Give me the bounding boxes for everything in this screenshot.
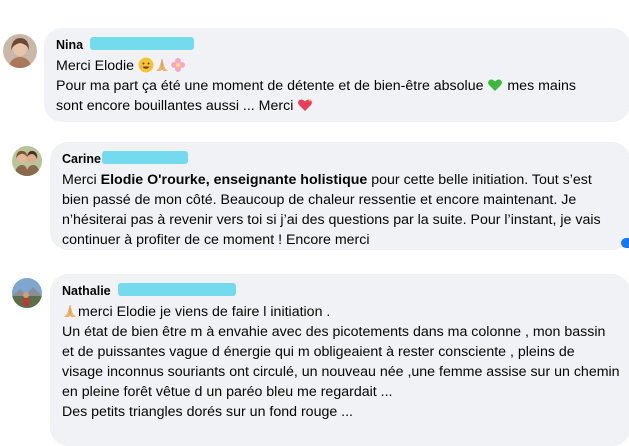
comment-line: Des petits triangles dorés sur un fond r… [62, 404, 354, 420]
comment-text: Merci Elodie Pour ma part ça été une mom… [56, 56, 618, 116]
comment-line: merci Elodie je viens de faire l initiat… [78, 304, 331, 320]
avatar-nina[interactable] [3, 34, 37, 68]
redacted-name-overlay [102, 151, 188, 164]
comment-line: en pleine forêt vêtue d un paréo bleu me… [62, 384, 393, 400]
mentioned-profile-link[interactable]: Elodie O'rourke, enseignante holistique [101, 172, 368, 188]
comment-bubble-nina: Nina Merci Elodie Pour ma part ça été un… [44, 28, 629, 122]
comment-text: Merci Elodie O'rourke, enseignante holis… [62, 170, 618, 250]
comment-bubble-carine: Carine Merci Elodie O'rourke, enseignant… [50, 142, 629, 250]
comment-line: Merci [62, 172, 101, 188]
comment-author[interactable]: Nina [56, 38, 83, 52]
comment-line: bien passé de mon côté. Beaucoup de chal… [62, 192, 577, 208]
comment-bubble-nathalie: Nathalie merci Elodie je viens de faire … [50, 274, 629, 446]
avatar-nathalie[interactable] [12, 278, 42, 308]
comment-text: merci Elodie je viens de faire l initiat… [62, 302, 620, 422]
comment-line: Pour ma part ça été une moment de détent… [56, 78, 488, 94]
redacted-name-overlay [90, 37, 194, 50]
reaction-indicator-icon[interactable] [621, 238, 629, 248]
comment-line: n’hésiterai pas à revenir vers toi si j’… [62, 212, 601, 228]
comment-line: continuer à profiter de ce moment ! Enco… [62, 232, 370, 248]
pray-emoji [62, 303, 78, 319]
sparkling-heart-emoji [297, 97, 313, 113]
comment-line: Un état de bien être m à envahie avec de… [62, 324, 606, 340]
avatar-carine[interactable] [12, 146, 42, 176]
comment-line: mes mains [503, 78, 576, 94]
comment-line: pour cette belle initiation. Tout s’est [367, 172, 592, 188]
comment-line: Merci Elodie [56, 58, 139, 74]
comment-author[interactable]: Carine [62, 152, 101, 166]
comment-line: sont encore bouillantes aussi ... Merci [56, 98, 298, 114]
comment-author[interactable]: Nathalie [62, 284, 111, 298]
comment-line: et de puissantes vague d énergie qui m o… [62, 344, 575, 360]
grin-emoji [138, 57, 154, 73]
redacted-name-overlay [118, 283, 236, 296]
pray-emoji [154, 57, 170, 73]
flower-emoji [170, 57, 186, 73]
comment-line: visage inconnus souriants ont circulé, u… [62, 364, 620, 380]
green-heart-emoji [487, 77, 503, 93]
